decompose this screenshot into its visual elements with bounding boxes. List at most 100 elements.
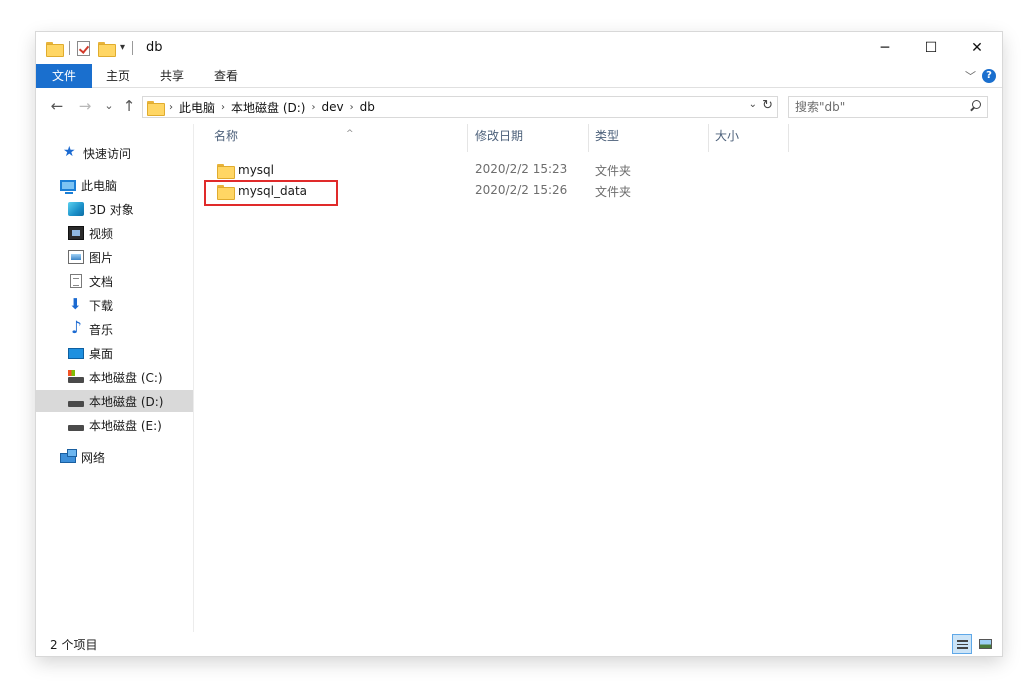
file-type: 文件夹: [595, 185, 632, 199]
sidebar-item-desktop[interactable]: 桌面: [36, 342, 193, 364]
3d-objects-icon: [68, 202, 84, 216]
explorer-window: ▾ db ─ ☐ ✕ 文件 主页 共享 查看 ﹀ ? ← → ⌄ ↑ › 此电脑…: [36, 32, 1002, 656]
recent-locations-button[interactable]: ⌄: [100, 96, 118, 116]
sidebar-item-3d-objects[interactable]: 3D 对象: [36, 198, 193, 220]
sidebar-item-label: 视频: [89, 226, 114, 241]
breadcrumb-db[interactable]: db: [356, 100, 379, 114]
sidebar-item-drive-c[interactable]: 本地磁盘 (C:): [36, 366, 193, 388]
breadcrumb-this-pc[interactable]: 此电脑: [175, 99, 219, 116]
ribbon-tabs: 文件 主页 共享 查看 ﹀ ?: [36, 64, 1002, 88]
back-button[interactable]: ←: [48, 96, 66, 116]
column-header-size[interactable]: 大小: [710, 124, 788, 148]
sidebar-item-documents[interactable]: 文档: [36, 270, 193, 292]
new-folder-icon[interactable]: [98, 41, 116, 57]
computer-icon: [60, 179, 76, 194]
close-button[interactable]: ✕: [954, 32, 1000, 64]
toolbar-divider: [69, 41, 70, 55]
file-list: 名称 ^ 修改日期 类型 大小 mysql 2020/2/2 15:23 文件夹…: [195, 124, 1002, 632]
minimize-button[interactable]: ─: [862, 32, 908, 64]
title-bar: ▾ db ─ ☐ ✕: [36, 32, 1002, 64]
folder-icon: [217, 163, 235, 179]
sidebar-item-network[interactable]: 网络: [36, 446, 193, 468]
large-icons-view-icon: [979, 639, 992, 649]
sidebar-item-pictures[interactable]: 图片: [36, 246, 193, 268]
column-divider[interactable]: [467, 124, 468, 152]
sidebar-item-drive-d[interactable]: 本地磁盘 (D:): [36, 390, 193, 412]
window-title: db: [146, 40, 163, 55]
refresh-icon[interactable]: ↻: [762, 98, 773, 113]
tab-share[interactable]: 共享: [152, 64, 192, 88]
documents-icon: [70, 274, 82, 288]
navigation-pane: 快速访问 此电脑 3D 对象 视频 图片 文档 下载 音乐: [36, 124, 194, 632]
sidebar-item-label: 此电脑: [81, 178, 118, 193]
details-view-icon: [957, 640, 968, 649]
folder-icon: [147, 100, 165, 116]
breadcrumb-separator[interactable]: ›: [219, 102, 227, 113]
breadcrumb-dev[interactable]: dev: [317, 100, 347, 114]
search-icon[interactable]: [969, 100, 981, 114]
drive-icon: [68, 401, 84, 407]
quick-access-toolbar: ▾: [46, 39, 136, 57]
column-divider[interactable]: [588, 124, 589, 152]
address-dropdown-icon[interactable]: ⌄: [749, 99, 757, 110]
expand-ribbon-icon[interactable]: ﹀: [965, 68, 976, 84]
breadcrumb-separator[interactable]: ›: [309, 102, 317, 113]
sidebar-item-label: 本地磁盘 (D:): [89, 394, 164, 409]
sidebar-item-videos[interactable]: 视频: [36, 222, 193, 244]
sort-ascending-icon: ^: [346, 129, 354, 139]
navigation-bar: ← → ⌄ ↑ › 此电脑 › 本地磁盘 (D:) › dev › db ⌄ ↻: [36, 92, 1002, 120]
large-icons-view-button[interactable]: [975, 634, 995, 654]
sidebar-item-music[interactable]: 音乐: [36, 318, 193, 340]
sidebar-item-label: 快速访问: [83, 146, 132, 161]
sidebar-item-quick-access[interactable]: 快速访问: [36, 142, 193, 164]
file-modified: 2020/2/2 15:23: [475, 162, 568, 176]
tab-file[interactable]: 文件: [36, 64, 92, 88]
toolbar-divider: [132, 41, 134, 55]
sidebar-item-drive-e[interactable]: 本地磁盘 (E:): [36, 414, 193, 436]
tab-view[interactable]: 查看: [206, 64, 246, 88]
file-type: 文件夹: [595, 164, 632, 178]
breadcrumb-separator[interactable]: ›: [167, 102, 175, 113]
details-view-button[interactable]: [952, 634, 972, 654]
sidebar-item-label: 网络: [81, 450, 106, 465]
video-icon: [68, 226, 84, 240]
customize-toolbar-icon[interactable]: ▾: [120, 43, 125, 53]
tab-home[interactable]: 主页: [98, 64, 138, 88]
sidebar-item-label: 3D 对象: [89, 202, 134, 217]
sidebar-item-label: 桌面: [89, 346, 114, 361]
column-divider[interactable]: [788, 124, 789, 152]
drive-icon: [68, 425, 84, 431]
music-icon: [68, 318, 84, 338]
breadcrumb-separator[interactable]: ›: [348, 102, 356, 113]
sidebar-item-label: 本地磁盘 (E:): [89, 418, 162, 433]
help-icon[interactable]: ?: [982, 69, 996, 83]
file-name-cell: mysql: [217, 161, 274, 179]
forward-button[interactable]: →: [76, 96, 94, 116]
file-row[interactable]: mysql 2020/2/2 15:23 文件夹: [195, 160, 755, 180]
sidebar-item-label: 本地磁盘 (C:): [89, 370, 163, 385]
file-name: mysql: [238, 163, 274, 177]
drive-icon: [68, 370, 84, 383]
search-input[interactable]: [795, 99, 955, 115]
search-box[interactable]: [788, 96, 988, 118]
column-header-name[interactable]: 名称 ^: [209, 124, 467, 148]
properties-icon[interactable]: [77, 40, 90, 56]
download-icon: [68, 295, 84, 313]
folder-icon: [46, 41, 64, 57]
maximize-button[interactable]: ☐: [908, 32, 954, 64]
status-bar: 2 个项目: [36, 632, 1002, 656]
address-bar[interactable]: › 此电脑 › 本地磁盘 (D:) › dev › db ⌄ ↻: [142, 96, 778, 118]
file-modified: 2020/2/2 15:26: [475, 183, 568, 197]
star-icon: [62, 144, 78, 160]
breadcrumb-drive-d[interactable]: 本地磁盘 (D:): [227, 99, 309, 116]
network-icon: [60, 449, 77, 463]
sidebar-item-label: 文档: [89, 274, 114, 289]
column-header-modified[interactable]: 修改日期: [470, 124, 588, 148]
pictures-icon: [68, 250, 84, 264]
sidebar-item-downloads[interactable]: 下载: [36, 294, 193, 316]
sidebar-item-label: 下载: [89, 298, 114, 313]
sidebar-item-this-pc[interactable]: 此电脑: [36, 174, 193, 196]
up-button[interactable]: ↑: [120, 96, 138, 116]
column-divider[interactable]: [708, 124, 709, 152]
column-header-type[interactable]: 类型: [590, 124, 708, 148]
